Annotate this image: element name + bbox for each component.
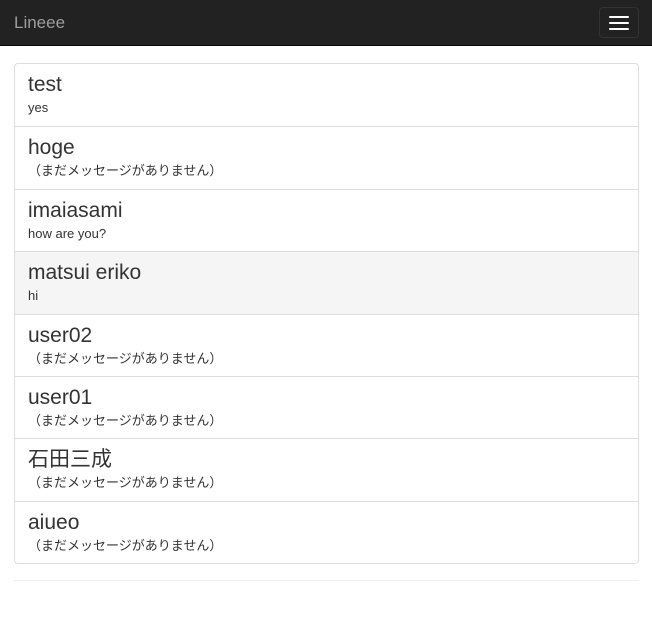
list-item[interactable]: user01 （まだメッセージがありません） <box>15 375 638 439</box>
contact-name: matsui eriko <box>28 261 142 285</box>
list-item[interactable]: 石田三成 （まだメッセージがありません） <box>15 438 638 501</box>
contact-name: test <box>28 73 62 96</box>
list-item[interactable]: test yes <box>15 64 638 127</box>
brand-link[interactable]: Lineee <box>14 13 65 33</box>
last-message: （まだメッセージがありません） <box>28 350 223 366</box>
contact-name: aiueo <box>28 510 80 534</box>
list-item-active[interactable]: matsui eriko hi <box>15 251 638 314</box>
contact-name: hoge <box>28 136 75 160</box>
conversation-list: test yes hoge （まだメッセージがありません） imaiasami … <box>14 63 639 565</box>
last-message: how are you? <box>28 225 107 241</box>
list-item[interactable]: hoge （まだメッセージがありません） <box>15 126 638 189</box>
last-message: （まだメッセージがありません） <box>28 163 223 179</box>
last-message: （まだメッセージがありません） <box>28 475 223 491</box>
footer-divider <box>14 580 639 581</box>
last-message: yes <box>28 100 49 115</box>
last-message: （まだメッセージがありません） <box>28 412 223 428</box>
list-item[interactable]: user02 （まだメッセージがありません） <box>15 313 638 376</box>
last-message: （まだメッセージがありません） <box>28 537 223 553</box>
list-item[interactable]: imaiasami how are you? <box>15 188 638 252</box>
list-item[interactable]: aiueo （まだメッセージがありません） <box>15 500 638 564</box>
last-message: hi <box>28 288 39 304</box>
contact-name: 石田三成 <box>28 448 112 472</box>
contact-name: user02 <box>28 323 93 347</box>
contact-name: imaiasami <box>28 198 123 222</box>
navbar-toggle-button[interactable] <box>599 7 639 38</box>
top-navbar: Lineee <box>0 0 652 46</box>
contact-name: user01 <box>28 385 93 409</box>
